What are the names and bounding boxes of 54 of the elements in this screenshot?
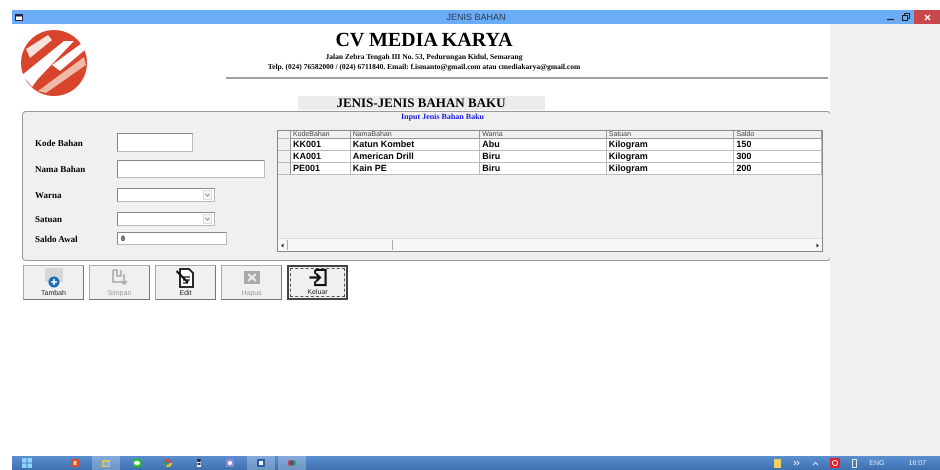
field-label: Saldo Awal: [35, 234, 79, 244]
table-cell: Biru: [480, 151, 607, 163]
dropdown-arrow-icon: [203, 190, 212, 200]
horizontal-scrollbar[interactable]: [278, 238, 822, 251]
field-label: Warna: [35, 190, 63, 200]
battery-icon[interactable]: [850, 458, 860, 468]
folder-icon: [101, 458, 111, 468]
table-cell: Abu: [480, 139, 607, 151]
window-title: JENIS BAHAN: [446, 12, 506, 22]
edit-icon: [174, 268, 196, 288]
dropdown[interactable]: [117, 212, 215, 226]
company-name: CV MEDIA KARYA: [335, 28, 513, 52]
input-field[interactable]: 0: [117, 232, 227, 245]
input-field[interactable]: [117, 160, 265, 178]
slides-icon: [70, 458, 80, 468]
window-icon: [15, 14, 23, 20]
dropdown-arrow-icon: [203, 214, 212, 224]
table-cell: Kain PE: [350, 163, 480, 175]
table-cell: 150: [734, 139, 822, 151]
chevron-icon[interactable]: [792, 458, 802, 468]
add-icon: [42, 268, 64, 288]
figure-icon: [194, 458, 204, 468]
document-icon: [256, 458, 266, 468]
logo: [18, 27, 90, 97]
taskbar-app[interactable]: [247, 456, 275, 470]
table-cell: KK001: [290, 139, 351, 151]
browser-icon: [163, 458, 173, 468]
table-cell: 300: [734, 151, 822, 163]
restore-icon: [902, 13, 910, 21]
table-cell: 200: [734, 163, 822, 175]
table-cell: KA001: [290, 151, 351, 163]
table-cell: Kilogram: [606, 151, 734, 163]
table-cell: PE001: [290, 163, 351, 175]
folder-icon[interactable]: [773, 458, 782, 468]
close-icon: [924, 14, 930, 20]
dropdown[interactable]: [117, 188, 215, 202]
table-cell: Kilogram: [606, 139, 734, 151]
field-label: Satuan: [35, 214, 64, 224]
table-cell: Katun Kombet: [350, 139, 480, 151]
rings-icon: [287, 458, 297, 468]
antivirus-icon[interactable]: [830, 458, 840, 468]
photos-icon: [225, 458, 235, 468]
panel-subtitle: Input Jenis Bahan Baku: [401, 112, 484, 122]
scroll-thumb[interactable]: [287, 240, 393, 250]
table-cell: Biru: [480, 163, 607, 175]
input-field[interactable]: [117, 133, 193, 152]
section-title: JENIS-JENIS BAHAN BAKU: [298, 96, 544, 110]
exit-icon: [306, 268, 328, 287]
table-cell: American Drill: [350, 151, 480, 163]
chat-icon: [132, 458, 142, 468]
field-label: Nama Bahan: [35, 164, 86, 174]
table-cell: Kilogram: [606, 163, 734, 175]
close-button[interactable]: [914, 10, 940, 24]
field-label: Kode Bahan: [35, 138, 84, 148]
